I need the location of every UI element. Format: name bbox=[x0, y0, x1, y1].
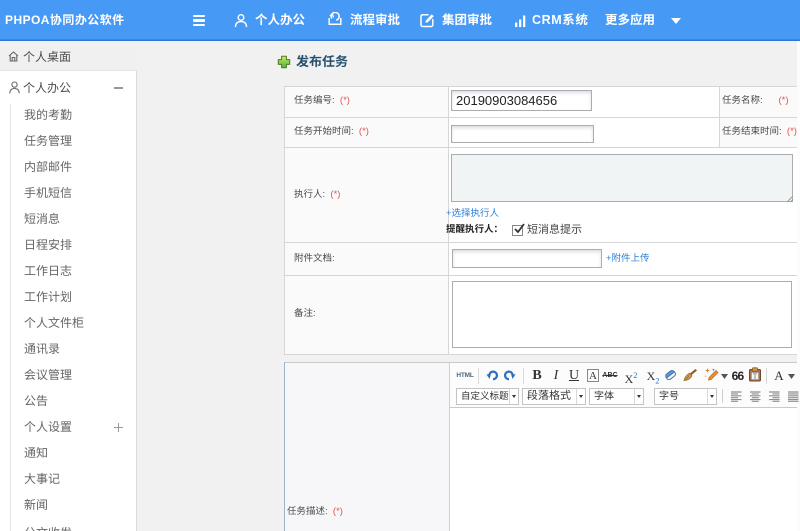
svg-text:T: T bbox=[753, 373, 758, 381]
